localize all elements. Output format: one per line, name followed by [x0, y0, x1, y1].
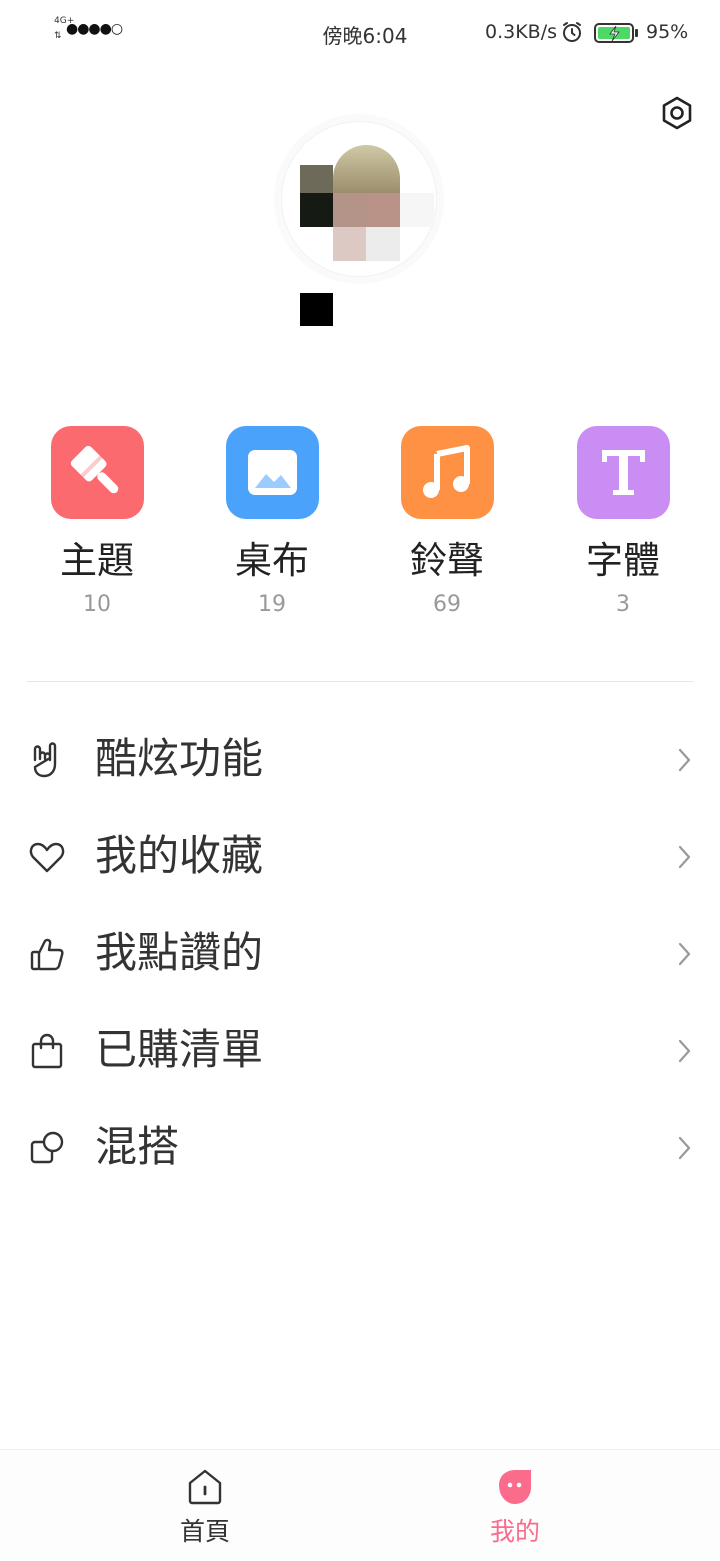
menu-label: 已購清單: [95, 1025, 264, 1074]
nav-home[interactable]: 首頁: [145, 1467, 265, 1547]
menu-item-purchased[interactable]: 已購清單: [0, 1001, 720, 1098]
category-tile: [576, 426, 670, 519]
thumbs-up-icon: [30, 938, 64, 971]
category-fonts[interactable]: 字體 3: [563, 426, 683, 618]
menu-item-liked[interactable]: 我點讚的: [0, 904, 720, 1001]
nav-label: 首頁: [179, 1517, 230, 1546]
category-count: 3: [616, 592, 630, 617]
category-label: 桌布: [235, 539, 309, 582]
home-icon: [188, 1469, 222, 1505]
category-label: 字體: [586, 539, 660, 582]
bottom-nav: 首頁 我的: [0, 1449, 720, 1561]
battery-percentage: 95%: [646, 21, 689, 43]
heart-icon: [29, 842, 65, 873]
category-tile: [50, 426, 144, 519]
font-t-icon: [601, 450, 645, 495]
shapes-icon: [30, 1131, 64, 1164]
menu-label: 酷炫功能: [95, 734, 264, 783]
category-ringtones[interactable]: 鈴聲 69: [387, 426, 507, 618]
me-blob-icon: [499, 1470, 531, 1504]
music-note-icon: [422, 445, 470, 498]
nav-label: 我的: [489, 1517, 540, 1546]
network-speed: 0.3KB/s: [485, 21, 558, 43]
category-tile: [225, 426, 319, 519]
menu-label: 我點讚的: [95, 928, 264, 977]
status-bar: 4G+ ⇅ ●●●●○ 傍晚6:04 0.3KB/s 95%: [0, 0, 720, 64]
category-wallpapers[interactable]: 桌布 19: [212, 426, 332, 618]
divider: [27, 681, 694, 682]
category-count: 10: [83, 592, 111, 617]
menu-item-mix-match[interactable]: 混搭: [0, 1098, 720, 1195]
menu-label: 我的收藏: [95, 831, 264, 880]
nav-me[interactable]: 我的: [455, 1467, 575, 1547]
category-count: 69: [433, 592, 461, 617]
category-themes[interactable]: 主題 10: [37, 426, 157, 618]
chevron-right-icon: [678, 1039, 691, 1063]
category-label: 主題: [60, 539, 134, 582]
chevron-right-icon: [678, 845, 691, 869]
shopping-bag-icon: [31, 1033, 63, 1069]
username-redacted: [300, 293, 333, 326]
hand-gesture-icon: [33, 742, 57, 778]
alarm-clock-icon: [563, 22, 581, 42]
battery-charging-icon: [594, 23, 638, 43]
category-count: 19: [258, 592, 286, 617]
category-label: 鈴聲: [410, 539, 484, 582]
category-tile: [400, 426, 494, 519]
menu-item-favorites[interactable]: 我的收藏: [0, 807, 720, 904]
menu-label: 混搭: [95, 1122, 180, 1171]
paintbrush-icon: [70, 445, 118, 494]
settings-icon[interactable]: [658, 94, 696, 132]
chevron-right-icon: [678, 1136, 691, 1160]
image-icon: [247, 450, 297, 495]
avatar[interactable]: [300, 145, 434, 261]
chevron-right-icon: [678, 748, 691, 772]
chevron-right-icon: [678, 942, 691, 966]
menu-item-cool-features[interactable]: 酷炫功能: [0, 710, 720, 807]
